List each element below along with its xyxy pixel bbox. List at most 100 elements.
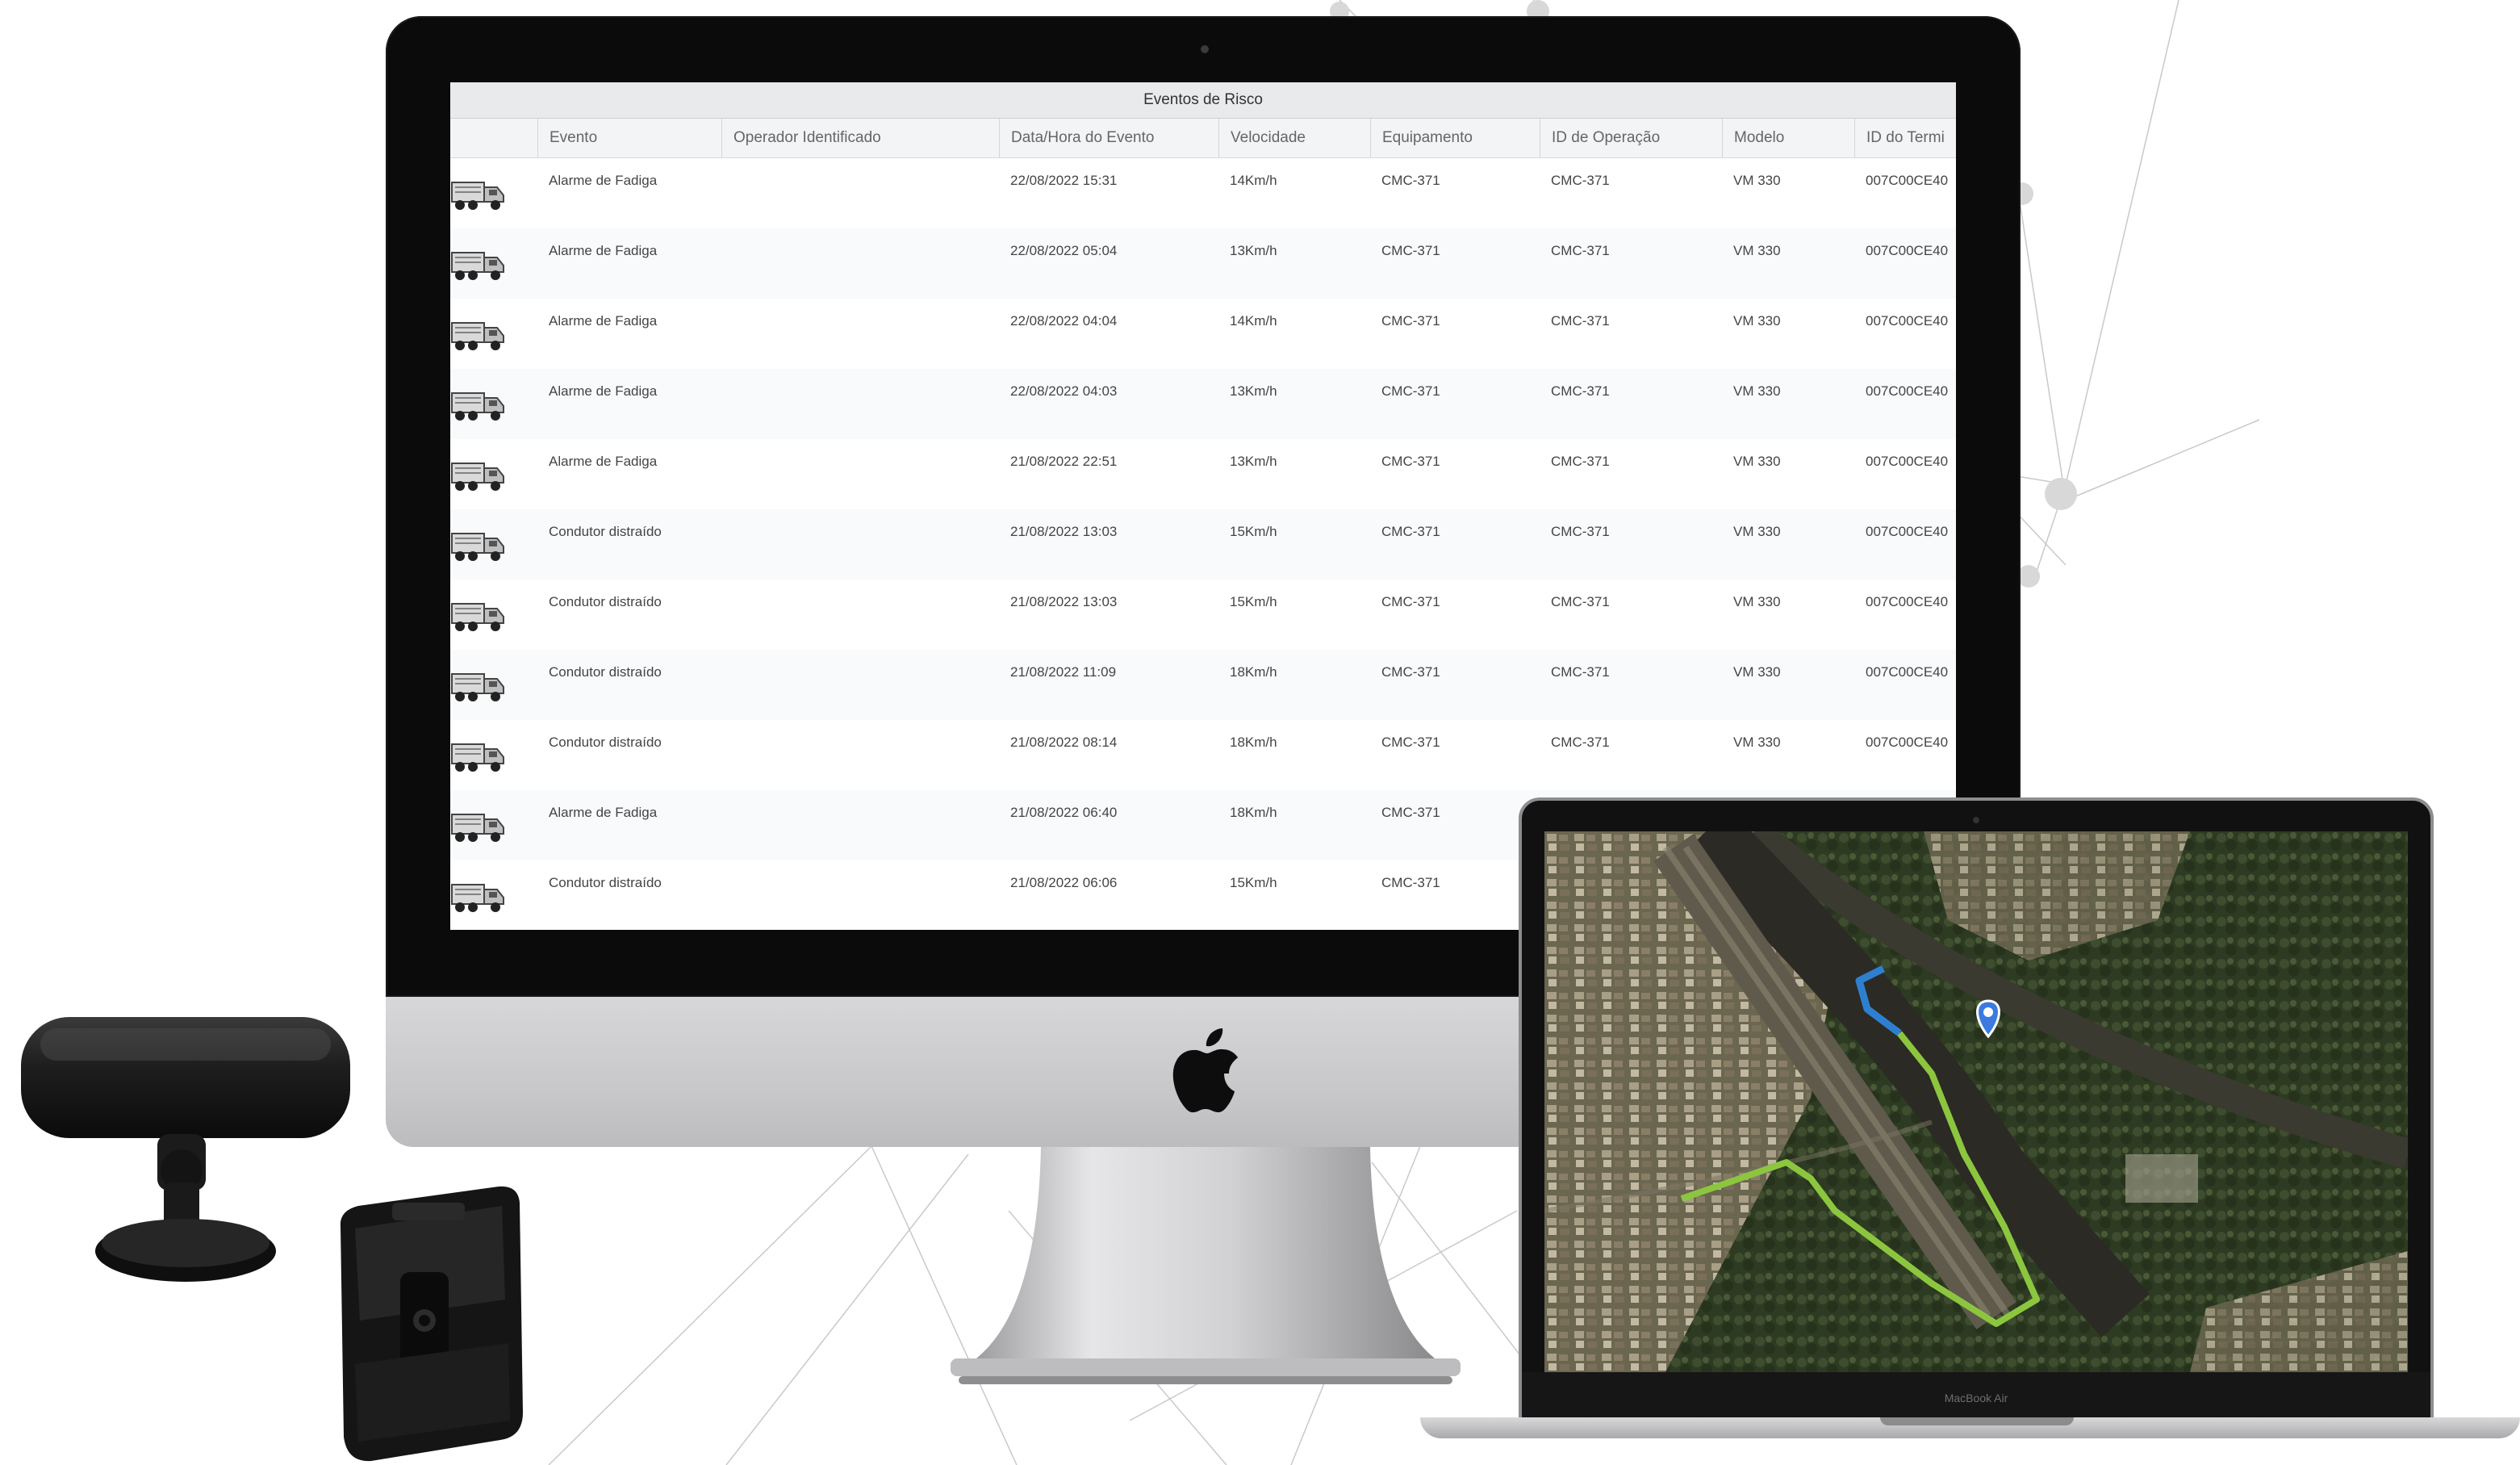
- cell-modelo: VM 330: [1733, 313, 1781, 329]
- cell-id-operacao: CMC-371: [1551, 173, 1610, 188]
- cell-datahora: 21/08/2022 13:03: [1010, 524, 1118, 539]
- cell-equipamento: CMC-371: [1381, 735, 1440, 750]
- window-title-bar: Eventos de Risco: [450, 82, 1956, 119]
- cell-velocidade: 13Km/h: [1230, 454, 1277, 469]
- cell-id-terminal: 007C00CE40: [1866, 243, 1949, 258]
- cell-id-terminal: 007C00CE40: [1866, 313, 1949, 329]
- cell-evento: Alarme de Fadiga: [549, 173, 658, 188]
- cell-velocidade: 13Km/h: [1230, 383, 1277, 399]
- cell-modelo: VM 330: [1733, 664, 1781, 680]
- cell-datahora: 22/08/2022 05:04: [1010, 243, 1118, 258]
- table-row[interactable]: Alarme de Fadiga 21/08/2022 22:51 13Km/h CM…: [450, 439, 1956, 510]
- cell-id-terminal: 007C00CE40: [1866, 735, 1949, 750]
- imac-stand: [951, 1147, 1461, 1384]
- cell-evento: Alarme de Fadiga: [549, 313, 658, 329]
- truck-icon: [451, 182, 504, 210]
- cell-equipamento: CMC-371: [1381, 313, 1440, 329]
- truck-icon: [451, 463, 504, 491]
- cell-evento: Alarme de Fadiga: [549, 243, 658, 258]
- cell-id-operacao: CMC-371: [1551, 524, 1610, 539]
- cell-velocidade: 15Km/h: [1230, 524, 1277, 539]
- cell-modelo: VM 330: [1733, 383, 1781, 399]
- cell-datahora: 21/08/2022 22:51: [1010, 454, 1118, 469]
- cell-id-terminal: 007C00CE40: [1866, 454, 1949, 469]
- cell-modelo: VM 330: [1733, 594, 1781, 609]
- product-showcase: Eventos de Risco Evento Operador Identif…: [0, 0, 2520, 1465]
- cell-id-operacao: CMC-371: [1551, 735, 1610, 750]
- table-header: Evento Operador Identificado Data/Hora d…: [450, 119, 1956, 158]
- column-header-velocidade[interactable]: Velocidade: [1218, 119, 1370, 157]
- table-row[interactable]: Condutor distraído 21/08/2022 13:03 15Km/h…: [450, 580, 1956, 651]
- truck-icon: [451, 814, 504, 842]
- cell-equipamento: CMC-371: [1381, 875, 1440, 890]
- cell-id-operacao: CMC-371: [1551, 313, 1610, 329]
- truck-icon: [451, 603, 504, 631]
- laptop-bottom-bezel: MacBook Air: [1522, 1372, 2430, 1417]
- table-row[interactable]: Alarme de Fadiga 22/08/2022 05:04 13Km/h CM…: [450, 228, 1956, 299]
- cell-evento: Condutor distraído: [549, 735, 662, 750]
- laptop-webcam: [1973, 817, 1979, 823]
- table-row[interactable]: Condutor distraído 21/08/2022 08:14 18Km/h…: [450, 720, 1956, 791]
- cell-equipamento: CMC-371: [1381, 664, 1440, 680]
- laptop-opening-notch: [1880, 1417, 2074, 1425]
- cell-velocidade: 18Km/h: [1230, 735, 1277, 750]
- column-header-equipamento[interactable]: Equipamento: [1370, 119, 1540, 157]
- cell-datahora: 21/08/2022 06:40: [1010, 805, 1118, 820]
- laptop-model-label: MacBook Air: [1944, 1392, 2008, 1404]
- truck-icon: [451, 392, 504, 421]
- column-header-modelo[interactable]: Modelo: [1722, 119, 1854, 157]
- cell-datahora: 22/08/2022 04:03: [1010, 383, 1118, 399]
- cell-velocidade: 15Km/h: [1230, 875, 1277, 890]
- driver-monitor-camera: [340, 1186, 523, 1462]
- cell-equipamento: CMC-371: [1381, 524, 1440, 539]
- column-header-icon[interactable]: [450, 119, 537, 157]
- column-header-id-operacao[interactable]: ID de Operação: [1540, 119, 1722, 157]
- table-row[interactable]: Alarme de Fadiga 22/08/2022 15:31 14Km/h CM…: [450, 158, 1956, 229]
- cell-modelo: VM 330: [1733, 524, 1781, 539]
- column-header-operador[interactable]: Operador Identificado: [721, 119, 999, 157]
- cell-id-terminal: 007C00CE40: [1866, 524, 1949, 539]
- truck-icon: [451, 884, 504, 912]
- table-row[interactable]: Alarme de Fadiga 22/08/2022 04:04 14Km/h CM…: [450, 299, 1956, 370]
- cell-evento: Alarme de Fadiga: [549, 805, 658, 820]
- dashcam-device: [21, 1017, 350, 1282]
- cell-evento: Alarme de Fadiga: [549, 383, 658, 399]
- cell-id-operacao: CMC-371: [1551, 454, 1610, 469]
- cell-equipamento: CMC-371: [1381, 454, 1440, 469]
- cell-datahora: 21/08/2022 11:09: [1010, 664, 1117, 680]
- column-header-id-terminal[interactable]: ID do Termi: [1854, 119, 1956, 157]
- cell-id-terminal: 007C00CE40: [1866, 664, 1949, 680]
- cell-datahora: 21/08/2022 08:14: [1010, 735, 1118, 750]
- cell-modelo: VM 330: [1733, 735, 1781, 750]
- cell-evento: Condutor distraído: [549, 875, 662, 890]
- cell-id-terminal: 007C00CE40: [1866, 383, 1949, 399]
- table-row[interactable]: Alarme de Fadiga 22/08/2022 04:03 13Km/h CM…: [450, 369, 1956, 440]
- cell-velocidade: 15Km/h: [1230, 594, 1277, 609]
- cell-equipamento: CMC-371: [1381, 173, 1440, 188]
- cell-velocidade: 14Km/h: [1230, 173, 1277, 188]
- cell-equipamento: CMC-371: [1381, 805, 1440, 820]
- column-header-datahora[interactable]: Data/Hora do Evento: [999, 119, 1218, 157]
- cell-id-operacao: CMC-371: [1551, 383, 1610, 399]
- truck-icon: [451, 673, 504, 701]
- cell-datahora: 21/08/2022 13:03: [1010, 594, 1118, 609]
- cell-modelo: VM 330: [1733, 243, 1781, 258]
- table-row[interactable]: Condutor distraído 21/08/2022 13:03 15Km/h…: [450, 509, 1956, 580]
- cell-evento: Condutor distraído: [549, 524, 662, 539]
- cell-id-operacao: CMC-371: [1551, 664, 1610, 680]
- window-title: Eventos de Risco: [1143, 91, 1263, 108]
- cell-velocidade: 14Km/h: [1230, 313, 1277, 329]
- satellite-map: [1544, 831, 2408, 1372]
- column-header-evento[interactable]: Evento: [537, 119, 721, 157]
- cell-id-operacao: CMC-371: [1551, 594, 1610, 609]
- cell-datahora: 22/08/2022 15:31: [1010, 173, 1118, 188]
- table-row[interactable]: Condutor distraído 21/08/2022 11:09 18Km/h…: [450, 650, 1956, 721]
- cell-velocidade: 18Km/h: [1230, 664, 1277, 680]
- truck-icon: [451, 322, 504, 350]
- cell-datahora: 21/08/2022 06:06: [1010, 875, 1118, 890]
- cell-evento: Condutor distraído: [549, 664, 662, 680]
- satellite-map-view[interactable]: [1544, 831, 2408, 1372]
- cell-modelo: VM 330: [1733, 454, 1781, 469]
- truck-icon: [451, 533, 504, 561]
- cell-datahora: 22/08/2022 04:04: [1010, 313, 1118, 329]
